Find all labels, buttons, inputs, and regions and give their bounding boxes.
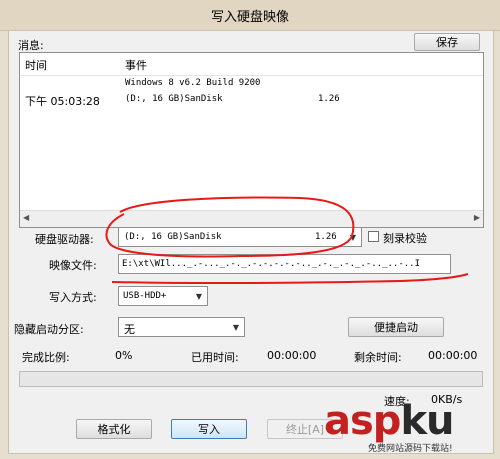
red-annotation-marks <box>105 196 469 285</box>
red-circle-annotation <box>105 196 355 258</box>
red-underline-annotation <box>111 273 469 285</box>
